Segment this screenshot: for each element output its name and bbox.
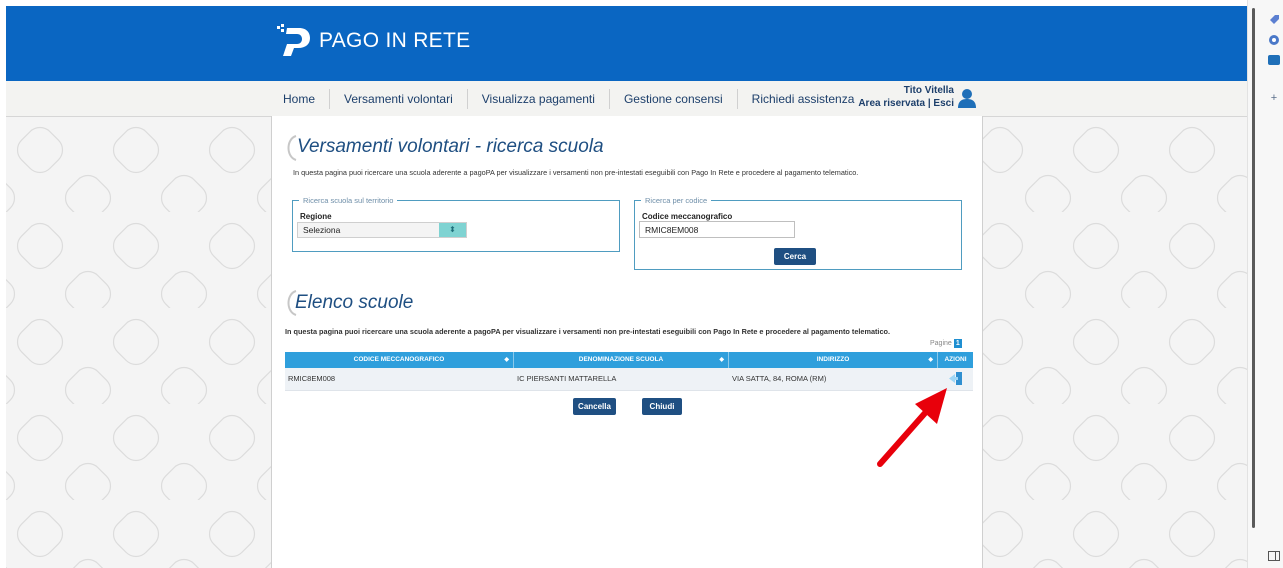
cancel-button[interactable]: Cancella bbox=[573, 398, 616, 415]
nav-item-versamenti-volontari[interactable]: Versamenti volontari bbox=[330, 88, 468, 109]
region-select-value: Seleziona bbox=[303, 225, 341, 235]
region-label: Regione bbox=[300, 212, 332, 221]
nav-item-home[interactable]: Home bbox=[269, 88, 331, 109]
main-navigation: Home Versamenti volontari Visualizza pag… bbox=[6, 81, 1247, 117]
table-row: RMIC8EM008 IC PIERSANTI MATTARELLA VIA S… bbox=[285, 368, 973, 391]
user-links-separator: | bbox=[927, 98, 931, 109]
results-title: Elenco scuole bbox=[295, 292, 414, 313]
logout-link[interactable]: Esci bbox=[933, 98, 954, 109]
cell-code: RMIC8EM008 bbox=[288, 374, 336, 383]
results-table-header: CODICE MECCANOGRAFICO ◆ DENOMINAZIONE SCU… bbox=[285, 352, 973, 368]
site-header: PAGO IN RETE bbox=[6, 6, 1247, 81]
red-arrow-annotation bbox=[877, 388, 947, 467]
select-arrows-icon: ⬍ bbox=[439, 223, 466, 237]
pager-label: Pagine bbox=[930, 340, 952, 347]
column-header-address[interactable]: INDIRIZZO ◆ bbox=[729, 352, 938, 368]
sort-icon: ◆ bbox=[719, 357, 724, 363]
code-input[interactable] bbox=[639, 221, 795, 238]
search-page-title: Versamenti volontari - ricerca scuola bbox=[297, 136, 604, 157]
extension-icon[interactable] bbox=[1268, 34, 1280, 46]
sidebar-toggle-icon[interactable] bbox=[1268, 551, 1280, 561]
area-riservata-link[interactable]: Area riservata bbox=[858, 98, 925, 109]
nav-item-gestione-consensi[interactable]: Gestione consensi bbox=[610, 88, 738, 109]
close-button[interactable]: Chiudi bbox=[642, 398, 682, 415]
user-avatar-icon[interactable] bbox=[958, 88, 976, 108]
results-description: In questa pagina puoi ricercare una scuo… bbox=[285, 327, 891, 336]
cell-address: VIA SATTA, 84, ROMA (RM) bbox=[732, 374, 827, 383]
code-label: Codice meccanografico bbox=[642, 212, 733, 221]
column-header-code[interactable]: CODICE MECCANOGRAFICO ◆ bbox=[285, 352, 514, 368]
user-name: Tito Vitella bbox=[903, 85, 954, 96]
tag-icon[interactable] bbox=[1268, 14, 1280, 26]
search-button[interactable]: Cerca bbox=[774, 248, 816, 265]
sort-icon: ◆ bbox=[504, 357, 509, 363]
pager: Pagine 1 bbox=[930, 339, 962, 348]
logo-text: PAGO IN RETE bbox=[319, 29, 471, 52]
region-select[interactable]: Seleziona ⬍ bbox=[297, 222, 467, 238]
sort-icon: ◆ bbox=[928, 357, 933, 363]
cell-name: IC PIERSANTI MATTARELLA bbox=[517, 374, 617, 383]
title-bracket-icon bbox=[287, 135, 297, 161]
code-search-legend: Ricerca per codice bbox=[645, 196, 708, 205]
site-logo[interactable]: PAGO IN RETE bbox=[277, 24, 470, 58]
outlook-icon[interactable] bbox=[1268, 54, 1280, 66]
add-icon[interactable]: + bbox=[1264, 92, 1283, 104]
browser-viewport: PAGO IN RETE Home Versamenti volontari V… bbox=[6, 6, 1247, 568]
column-header-name[interactable]: DENOMINAZIONE SCUOLA ◆ bbox=[514, 352, 729, 368]
column-header-actions: AZIONI bbox=[944, 356, 967, 363]
nav-item-visualizza-pagamenti[interactable]: Visualizza pagamenti bbox=[468, 88, 610, 109]
browser-sidebar: + bbox=[1247, 0, 1283, 568]
content-panel bbox=[271, 116, 983, 568]
scrollbar[interactable] bbox=[1252, 8, 1255, 528]
pager-page-1[interactable]: 1 bbox=[953, 339, 962, 348]
search-description: In questa pagina puoi ricercare una scuo… bbox=[293, 168, 859, 177]
user-area: Tito Vitella Area riservata | Esci bbox=[846, 85, 954, 109]
territory-search-legend: Ricerca scuola sul territorio bbox=[303, 196, 394, 205]
pago-logo-icon bbox=[277, 24, 310, 56]
